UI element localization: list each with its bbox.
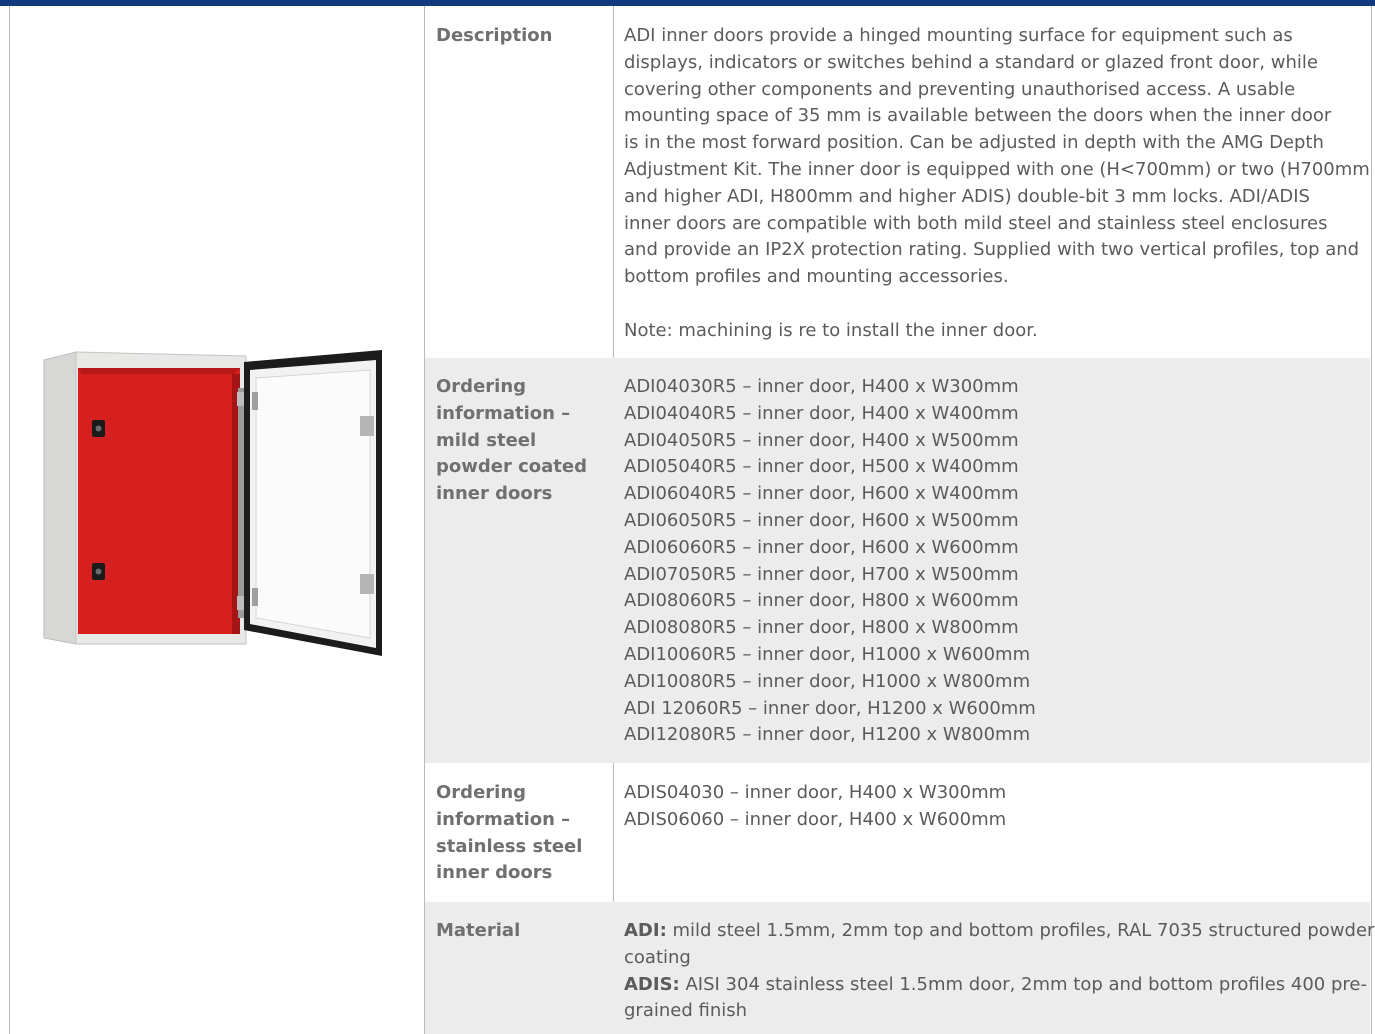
- description-line: ADI inner doors provide a hinged mountin…: [624, 25, 1293, 46]
- description-text: ADI inner doors provide a hinged mountin…: [624, 23, 1370, 345]
- description-line: is in the most forward position. Can be …: [624, 132, 1324, 154]
- list-item: ADI04030R5 – inner door, H400 x W300mm: [624, 376, 1019, 397]
- description-line: inner doors are compatible with both mil…: [624, 212, 1328, 234]
- material-row: Material ADI: mild steel 1.5mm, 2mm top …: [425, 902, 1375, 1034]
- description-line: bottom profiles and mounting accessories…: [624, 266, 1009, 288]
- list-item: ADI07050R5 – inner door, H700 x W500mm: [624, 563, 1019, 585]
- mild-steel-label: Ordering information – mild steel powder…: [436, 376, 587, 505]
- stainless-label: Ordering information – stainless steel i…: [436, 782, 583, 884]
- list-item: ADIS06060 – inner door, H400 x W600mm: [624, 808, 1007, 830]
- stainless-ordering-row: Ordering information – stainless steel i…: [425, 763, 1370, 902]
- description-label: Description: [436, 25, 553, 46]
- mild-steel-list: ADI04030R5 – inner door, H400 x W300mm A…: [624, 374, 1364, 749]
- list-item: ADI06040R5 – inner door, H600 x W400mm: [624, 483, 1019, 505]
- material-adi-line: ADI: mild steel 1.5mm, 2mm top and botto…: [624, 920, 1375, 941]
- mild-steel-ordering-row: Ordering information – mild steel powder…: [425, 358, 1370, 763]
- material-adi-line-cont: coating: [624, 946, 691, 968]
- material-adis-line-cont: grained finish: [624, 1000, 748, 1022]
- description-line: covering other components and preventing…: [624, 78, 1296, 100]
- list-item: ADI06050R5 – inner door, H600 x W500mm: [624, 509, 1019, 531]
- list-item: ADI04040R5 – inner door, H400 x W400mm: [624, 402, 1019, 424]
- list-item: ADI10080R5 – inner door, H1000 x W800mm: [624, 670, 1031, 692]
- list-item: ADI08080R5 – inner door, H800 x W800mm: [624, 617, 1019, 639]
- description-line: and higher ADI, H800mm and higher ADIS) …: [624, 185, 1310, 207]
- list-item: ADIS04030 – inner door, H400 x W300mm: [624, 782, 1007, 803]
- list-item: ADI 12060R5 – inner door, H1200 x W600mm: [624, 697, 1036, 719]
- description-line: Adjustment Kit. The inner door is equipp…: [624, 158, 1370, 180]
- enclosure-product-image: [43, 350, 382, 656]
- description-note: Note: machining is re to install the inn…: [624, 319, 1038, 341]
- description-line: and provide an IP2X protection rating. S…: [624, 239, 1360, 261]
- description-line: displays, indicators or switches behind …: [624, 51, 1318, 73]
- list-item: ADI04050R5 – inner door, H400 x W500mm: [624, 429, 1019, 451]
- description-line: mounting space of 35 mm is available bet…: [624, 105, 1332, 127]
- stainless-list: ADIS04030 – inner door, H400 x W300mm AD…: [624, 780, 1364, 834]
- list-item: ADI08060R5 – inner door, H800 x W600mm: [624, 590, 1019, 612]
- list-item: ADI10060R5 – inner door, H1000 x W600mm: [624, 643, 1031, 665]
- material-label: Material: [436, 920, 521, 941]
- list-item: ADI05040R5 – inner door, H500 x W400mm: [624, 456, 1019, 478]
- list-item: ADI12080R5 – inner door, H1200 x W800mm: [624, 724, 1031, 746]
- description-row: Description ADI inner doors provide a hi…: [425, 6, 1370, 358]
- material-text: ADI: mild steel 1.5mm, 2mm top and botto…: [624, 918, 1375, 1025]
- list-item: ADI06060R5 – inner door, H600 x W600mm: [624, 536, 1019, 558]
- material-adis-line: ADIS: AISI 304 stainless steel 1.5mm doo…: [624, 973, 1367, 995]
